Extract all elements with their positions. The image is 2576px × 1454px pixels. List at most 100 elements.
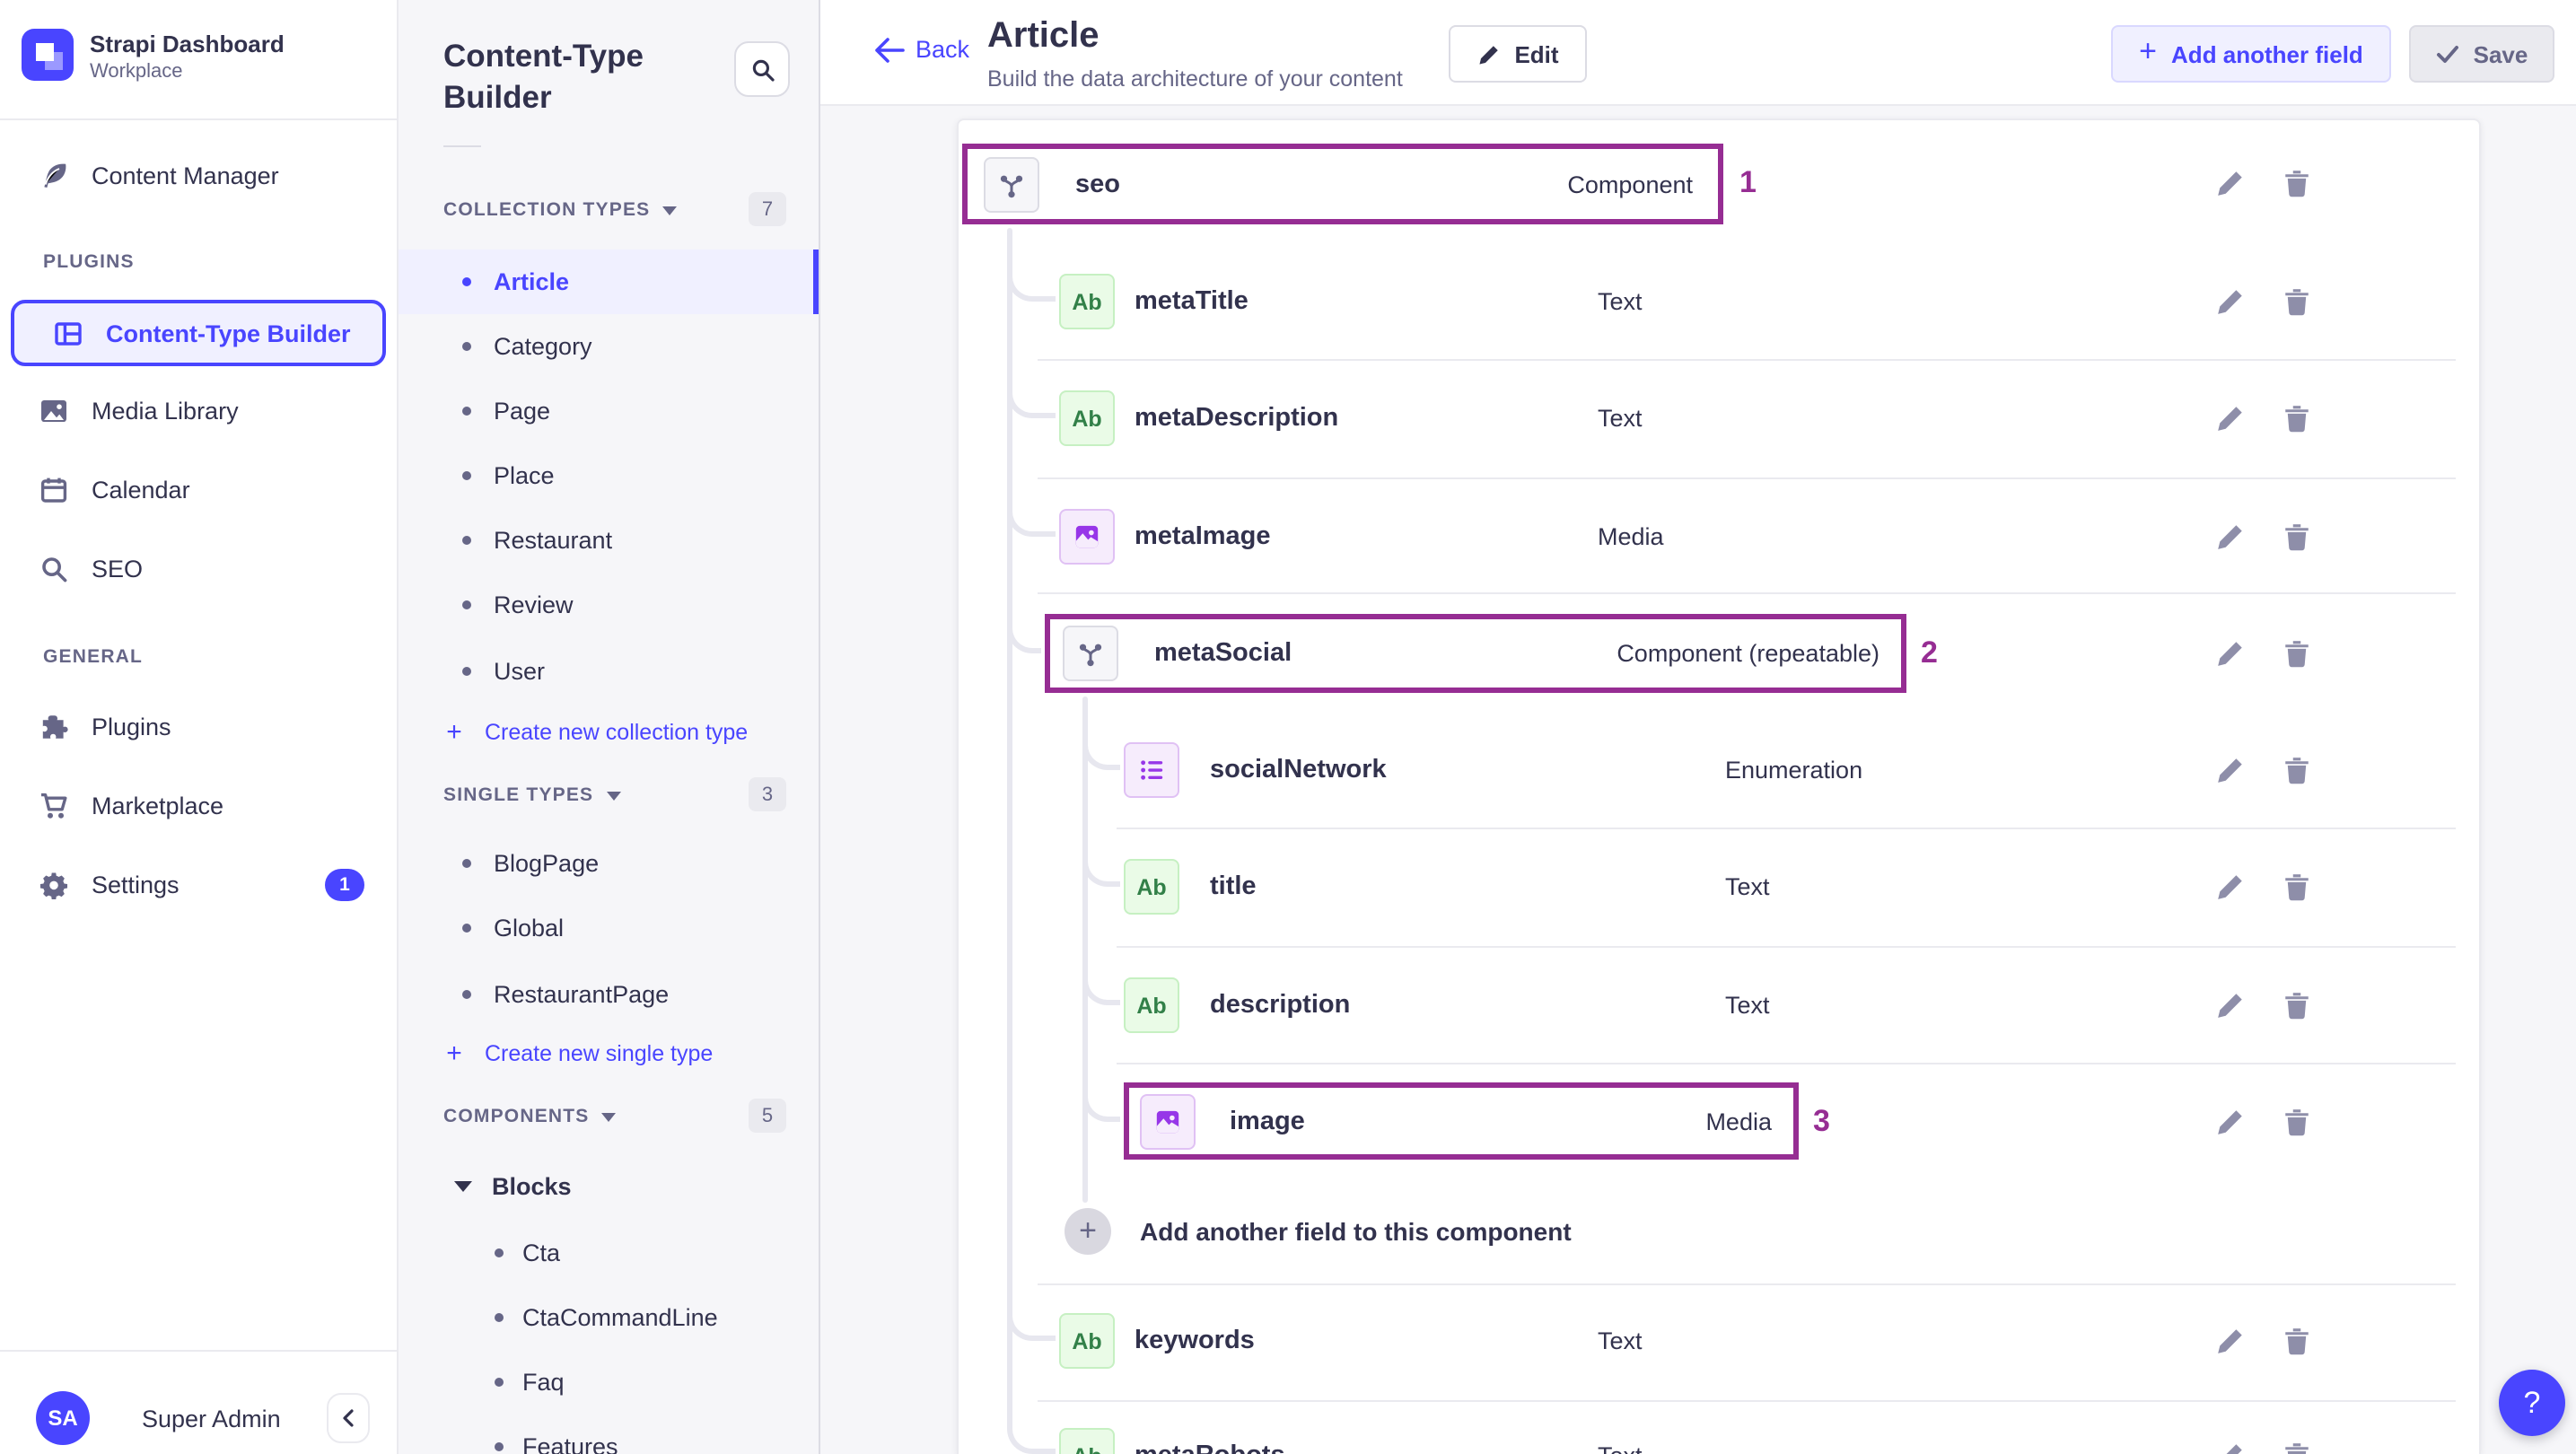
delete-field-button[interactable] bbox=[2282, 755, 2312, 785]
components-group-blocks[interactable]: Blocks bbox=[399, 1154, 819, 1219]
delete-field-button[interactable] bbox=[2282, 990, 2312, 1020]
edit-field-button[interactable] bbox=[2215, 1107, 2246, 1137]
cart-icon bbox=[39, 792, 68, 820]
bullet-icon bbox=[462, 407, 471, 416]
back-button[interactable]: Back bbox=[874, 36, 969, 63]
subnav-item-user[interactable]: User bbox=[399, 639, 819, 704]
field-row-metaSocial: metaSocial Component (repeatable) 2 bbox=[957, 594, 2481, 713]
add-another-field-button[interactable]: + Add another field bbox=[2111, 25, 2391, 83]
workspace-switcher[interactable]: Strapi Dashboard Workplace bbox=[0, 0, 399, 120]
edit-field-button[interactable] bbox=[2215, 990, 2246, 1020]
subnav-item-faq[interactable]: Faq bbox=[399, 1350, 819, 1415]
annotation-3: 3 bbox=[1813, 1104, 1830, 1138]
search-button[interactable] bbox=[734, 41, 790, 97]
subnav-item-blogpage[interactable]: BlogPage bbox=[399, 831, 819, 896]
sidebar-item-content-manager[interactable]: Content Manager bbox=[0, 145, 399, 206]
field-name: metaSocial bbox=[1154, 639, 1292, 668]
row-actions bbox=[2215, 403, 2312, 434]
subnav-item-article[interactable]: Article bbox=[399, 250, 819, 314]
bullet-icon bbox=[462, 667, 471, 676]
create-collection-type-link[interactable]: + Create new collection type bbox=[399, 707, 819, 758]
page-subtitle: Build the data architecture of your cont… bbox=[987, 66, 1403, 92]
field-row-metaRobots: Ab metaRobots Text bbox=[957, 1397, 2481, 1454]
add-component-field-label[interactable]: Add another field to this component bbox=[1140, 1217, 1572, 1246]
workspace-name: Workplace bbox=[90, 61, 183, 83]
subnav-item-page[interactable]: Page bbox=[399, 379, 819, 443]
settings-notification-badge: 1 bbox=[325, 869, 364, 901]
add-component-field-button[interactable]: + bbox=[1065, 1208, 1111, 1255]
subnav-item-restaurant[interactable]: Restaurant bbox=[399, 508, 819, 573]
bullet-icon bbox=[462, 342, 471, 351]
edit-field-button[interactable] bbox=[2215, 168, 2246, 198]
main-sidebar: Strapi Dashboard Workplace Content Manag… bbox=[0, 0, 399, 1454]
user-name: Super Admin bbox=[142, 1406, 281, 1432]
page-title: Article bbox=[987, 16, 1100, 56]
sidebar-item-calendar[interactable]: Calendar bbox=[0, 460, 399, 521]
save-button[interactable]: Save bbox=[2409, 25, 2554, 83]
group-single-types[interactable]: SINGLE TYPES bbox=[443, 779, 621, 811]
subnav-item-features[interactable]: Features bbox=[399, 1415, 819, 1454]
field-type: Component bbox=[1567, 171, 1693, 197]
subnav-item-review[interactable]: Review bbox=[399, 573, 819, 637]
delete-field-button[interactable] bbox=[2282, 403, 2312, 434]
delete-field-button[interactable] bbox=[2282, 638, 2312, 669]
search-icon bbox=[39, 555, 68, 583]
subnav-item-global[interactable]: Global bbox=[399, 896, 819, 960]
media-field-icon bbox=[1140, 1093, 1196, 1149]
app-window: Strapi Dashboard Workplace Content Manag… bbox=[0, 0, 2576, 1454]
divider bbox=[0, 1350, 399, 1352]
calendar-icon bbox=[39, 476, 68, 504]
row-actions bbox=[2215, 286, 2312, 317]
edit-field-button[interactable] bbox=[2215, 638, 2246, 669]
edit-field-button[interactable] bbox=[2215, 403, 2246, 434]
delete-field-button[interactable] bbox=[2282, 872, 2312, 902]
group-collection-types[interactable]: COLLECTION TYPES bbox=[443, 194, 678, 226]
delete-field-button[interactable] bbox=[2282, 521, 2312, 552]
help-button[interactable]: ? bbox=[2499, 1370, 2565, 1436]
edit-field-button[interactable] bbox=[2215, 1441, 2246, 1454]
annotation-1: 1 bbox=[1739, 165, 1757, 199]
sidebar-item-plugins[interactable]: Plugins bbox=[0, 696, 399, 758]
subnav-item-category[interactable]: Category bbox=[399, 314, 819, 379]
row-actions bbox=[2215, 1107, 2312, 1137]
edit-field-button[interactable] bbox=[2215, 286, 2246, 317]
subnav-item-cta[interactable]: Cta bbox=[399, 1221, 819, 1285]
edit-field-button[interactable] bbox=[2215, 521, 2246, 552]
collapse-sidebar-button[interactable] bbox=[327, 1393, 370, 1443]
edit-field-button[interactable] bbox=[2215, 872, 2246, 902]
bullet-icon bbox=[495, 1248, 504, 1257]
edit-field-button[interactable] bbox=[2215, 1326, 2246, 1356]
delete-field-button[interactable] bbox=[2282, 286, 2312, 317]
row-actions bbox=[2215, 521, 2312, 552]
sidebar-item-content-type-builder[interactable]: Content-Type Builder bbox=[11, 300, 386, 366]
check-icon bbox=[2436, 45, 2458, 62]
subnav-item-place[interactable]: Place bbox=[399, 443, 819, 508]
field-name: image bbox=[1230, 1107, 1305, 1135]
delete-field-button[interactable] bbox=[2282, 1326, 2312, 1356]
sidebar-item-marketplace[interactable]: Marketplace bbox=[0, 775, 399, 836]
create-single-type-link[interactable]: + Create new single type bbox=[399, 1029, 819, 1079]
bullet-icon bbox=[462, 600, 471, 609]
enum-field-icon bbox=[1124, 742, 1179, 798]
field-row-keywords: Ab keywords Text bbox=[957, 1282, 2481, 1400]
nav-section-general: GENERAL bbox=[43, 646, 144, 668]
sidebar-item-settings[interactable]: Settings 1 bbox=[0, 854, 399, 915]
subnav-item-restaurantpage[interactable]: RestaurantPage bbox=[399, 962, 819, 1027]
edit-field-button[interactable] bbox=[2215, 755, 2246, 785]
delete-field-button[interactable] bbox=[2282, 1441, 2312, 1454]
sidebar-item-media-library[interactable]: Media Library bbox=[0, 381, 399, 442]
annotation-2: 2 bbox=[1921, 635, 1938, 670]
delete-field-button[interactable] bbox=[2282, 168, 2312, 198]
component-icon bbox=[1063, 626, 1118, 681]
text-field-icon: Ab bbox=[1124, 859, 1179, 915]
sidebar-item-seo[interactable]: SEO bbox=[0, 539, 399, 600]
bullet-icon bbox=[495, 1378, 504, 1387]
group-components[interactable]: COMPONENTS bbox=[443, 1100, 617, 1133]
gear-icon bbox=[39, 871, 68, 899]
media-field-icon bbox=[1059, 509, 1115, 565]
delete-field-button[interactable] bbox=[2282, 1107, 2312, 1137]
subnav-item-ctacommandline[interactable]: CtaCommandLine bbox=[399, 1285, 819, 1350]
edit-button[interactable]: Edit bbox=[1449, 25, 1587, 83]
avatar[interactable]: SA bbox=[36, 1391, 90, 1445]
plus-icon: + bbox=[446, 1038, 462, 1069]
